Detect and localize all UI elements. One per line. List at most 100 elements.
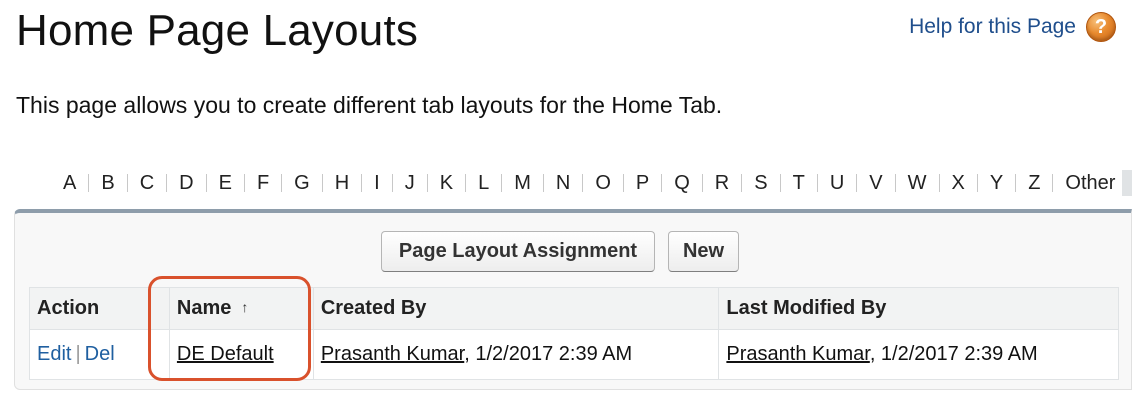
alpha-filter-item: T <box>788 172 825 195</box>
new-button[interactable]: New <box>668 231 739 272</box>
alpha-filter-s[interactable]: S <box>749 172 772 195</box>
alpha-filter-other[interactable]: Other <box>1060 172 1120 195</box>
alpha-filter-p[interactable]: P <box>631 172 654 195</box>
alpha-filter-l[interactable]: L <box>473 172 494 195</box>
alpha-filter-separator <box>894 174 896 192</box>
alpha-filter-b[interactable]: B <box>96 172 119 195</box>
alpha-filter-e[interactable]: E <box>214 172 237 195</box>
help-icon[interactable]: ? <box>1086 12 1116 42</box>
alpha-filter-item: Z <box>1023 172 1060 195</box>
alpha-filter-f[interactable]: F <box>252 172 274 195</box>
alpha-filter-all[interactable]: All <box>1122 170 1132 196</box>
column-header-action: Action <box>29 287 170 330</box>
alpha-filter-x[interactable]: X <box>947 172 970 195</box>
alpha-filter-separator <box>701 174 703 192</box>
alpha-filter-separator <box>321 174 323 192</box>
alpha-filter-item: M <box>509 172 551 195</box>
help-link-label[interactable]: Help for this Page <box>909 15 1076 39</box>
alpha-filter-c[interactable]: C <box>135 172 159 195</box>
sort-ascending-icon[interactable]: ↑ <box>241 299 248 315</box>
page-description: This page allows you to create different… <box>16 92 723 118</box>
layout-name-link[interactable]: DE Default <box>177 343 274 365</box>
action-separator: | <box>75 343 81 365</box>
alpha-filter-separator <box>501 174 503 192</box>
alpha-filter-item: K <box>435 172 473 195</box>
alpha-filter-item: L <box>473 172 509 195</box>
alpha-filter-item: O <box>590 172 631 195</box>
alpha-filter-item: V <box>864 172 902 195</box>
alpha-filter-item: Other <box>1060 172 1120 195</box>
alpha-filter-separator <box>661 174 663 192</box>
alpha-filter-item: G <box>289 172 330 195</box>
button-row: Page Layout Assignment New <box>381 231 739 272</box>
alpha-filter-y[interactable]: Y <box>985 172 1008 195</box>
alpha-filter-separator <box>741 174 743 192</box>
alpha-filter-j[interactable]: J <box>400 172 420 195</box>
alpha-filter-i[interactable]: I <box>369 172 385 195</box>
alpha-filter-item: C <box>135 172 174 195</box>
alpha-filter-separator <box>779 174 781 192</box>
alpha-filter-w[interactable]: W <box>903 172 932 195</box>
column-header-name[interactable]: Name ↑ <box>168 287 314 330</box>
alpha-filter-r[interactable]: R <box>710 172 734 195</box>
alpha-filter-d[interactable]: D <box>174 172 198 195</box>
alpha-filter-separator <box>281 174 283 192</box>
alpha-filter-item: U <box>825 172 864 195</box>
list-panel: Page Layout Assignment New Action Name ↑ … <box>14 209 1132 390</box>
delete-link[interactable]: Del <box>85 343 115 365</box>
alpha-filter-u[interactable]: U <box>825 172 849 195</box>
alpha-filter-t[interactable]: T <box>788 172 810 195</box>
alpha-filter-item: F <box>252 172 289 195</box>
alpha-filter-item: R <box>710 172 749 195</box>
page-layout-assignment-button[interactable]: Page Layout Assignment <box>381 231 655 272</box>
layouts-table: Action Name ↑ Created By Last Modified By… <box>29 287 1119 380</box>
alpha-filter-item: E <box>214 172 252 195</box>
action-cell: Edit | Del <box>29 329 170 380</box>
alpha-filter-item: X <box>947 172 985 195</box>
alpha-filter-k[interactable]: K <box>435 172 458 195</box>
modified-by-user-link[interactable]: Prasanth Kumar <box>726 343 869 365</box>
column-header-last-modified-by[interactable]: Last Modified By <box>718 287 1119 330</box>
alpha-filter-o[interactable]: O <box>590 172 616 195</box>
alpha-filter-separator <box>816 174 818 192</box>
alpha-filter-g[interactable]: G <box>289 172 315 195</box>
alpha-filter-separator <box>622 174 624 192</box>
alpha-filter-z[interactable]: Z <box>1023 172 1045 195</box>
alpha-filter-q[interactable]: Q <box>669 172 695 195</box>
page-title: Home Page Layouts <box>16 6 419 55</box>
alpha-filter-n[interactable]: N <box>551 172 575 195</box>
alpha-filter-separator <box>205 174 207 192</box>
alpha-filter-separator <box>465 174 467 192</box>
alpha-filter-h[interactable]: H <box>330 172 354 195</box>
alphabet-filter: ABCDEFGHIJKLMNOPQRSTUVWXYZ OtherAll <box>58 170 1132 196</box>
alpha-filter-separator <box>426 174 428 192</box>
alpha-filter-separator <box>391 174 393 192</box>
created-by-user-link[interactable]: Prasanth Kumar <box>321 343 464 365</box>
alpha-filter-item: I <box>369 172 400 195</box>
column-header-created-by[interactable]: Created By <box>312 287 720 330</box>
alpha-filter-item: S <box>749 172 787 195</box>
alpha-filter-item: W <box>903 172 947 195</box>
alpha-filter-item: A <box>58 172 96 195</box>
alpha-filter-separator <box>1052 174 1054 192</box>
alpha-filter-separator <box>88 174 90 192</box>
modified-by-date: , 1/2/2017 2:39 AM <box>869 343 1038 365</box>
table-header-row: Action Name ↑ Created By Last Modified By <box>29 287 1119 330</box>
table-row: Edit | Del DE Default Prasanth Kumar, 1/2/… <box>29 329 1119 380</box>
alpha-filter-separator <box>542 174 544 192</box>
created-by-date: , 1/2/2017 2:39 AM <box>464 343 633 365</box>
column-header-name-label[interactable]: Name <box>177 297 231 319</box>
alpha-filter-item: J <box>400 172 435 195</box>
alpha-filter-item: Y <box>985 172 1023 195</box>
alpha-filter-item: P <box>631 172 669 195</box>
last-modified-by-cell: Prasanth Kumar, 1/2/2017 2:39 AM <box>718 329 1119 380</box>
alpha-filter-separator <box>938 174 940 192</box>
help-link[interactable]: Help for this Page ? <box>909 12 1116 42</box>
alpha-filter-a[interactable]: A <box>58 172 81 195</box>
alpha-filter-item: Q <box>669 172 710 195</box>
edit-link[interactable]: Edit <box>37 343 71 365</box>
alpha-filter-m[interactable]: M <box>509 172 536 195</box>
alpha-filter-item: H <box>330 172 369 195</box>
alpha-filter-item: N <box>551 172 590 195</box>
alpha-filter-v[interactable]: V <box>864 172 887 195</box>
